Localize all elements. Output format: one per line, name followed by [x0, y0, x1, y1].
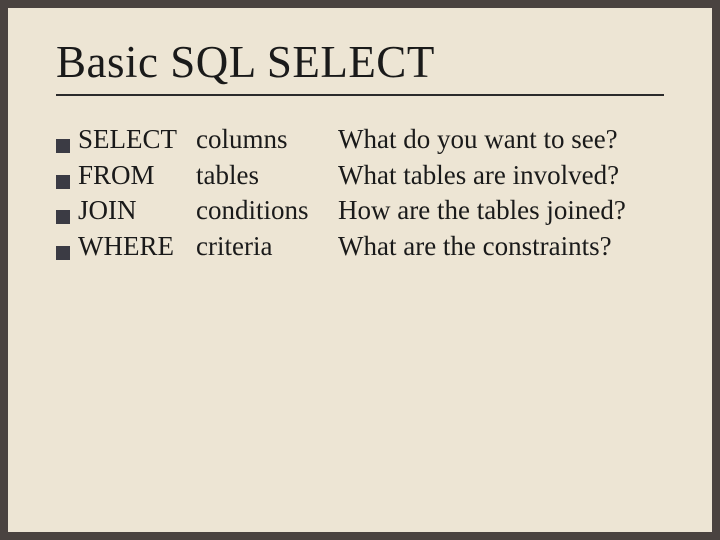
slide-frame: Basic SQL SELECT SELECT columns What do …	[0, 0, 720, 540]
square-bullet-icon	[56, 246, 70, 260]
sql-argument: conditions	[196, 193, 338, 229]
sql-keyword: JOIN	[78, 193, 196, 229]
list-item: WHERE criteria What are the constraints?	[56, 229, 664, 265]
list-item: JOIN conditions How are the tables joine…	[56, 193, 664, 229]
slide-title: Basic SQL SELECT	[56, 36, 664, 88]
sql-description: What are the constraints?	[338, 229, 664, 265]
sql-description: What tables are involved?	[338, 158, 664, 194]
sql-keyword: WHERE	[78, 229, 196, 265]
title-rule	[56, 94, 664, 96]
square-bullet-icon	[56, 139, 70, 153]
square-bullet-icon	[56, 210, 70, 224]
sql-argument: tables	[196, 158, 338, 194]
sql-description: How are the tables joined?	[338, 193, 664, 229]
sql-description: What do you want to see?	[338, 122, 664, 158]
sql-keyword: SELECT	[78, 122, 196, 158]
square-bullet-icon	[56, 175, 70, 189]
list-item: FROM tables What tables are involved?	[56, 158, 664, 194]
sql-argument: columns	[196, 122, 338, 158]
slide: Basic SQL SELECT SELECT columns What do …	[8, 8, 712, 532]
list-item: SELECT columns What do you want to see?	[56, 122, 664, 158]
sql-argument: criteria	[196, 229, 338, 265]
slide-content: SELECT columns What do you want to see? …	[56, 122, 664, 265]
sql-keyword: FROM	[78, 158, 196, 194]
